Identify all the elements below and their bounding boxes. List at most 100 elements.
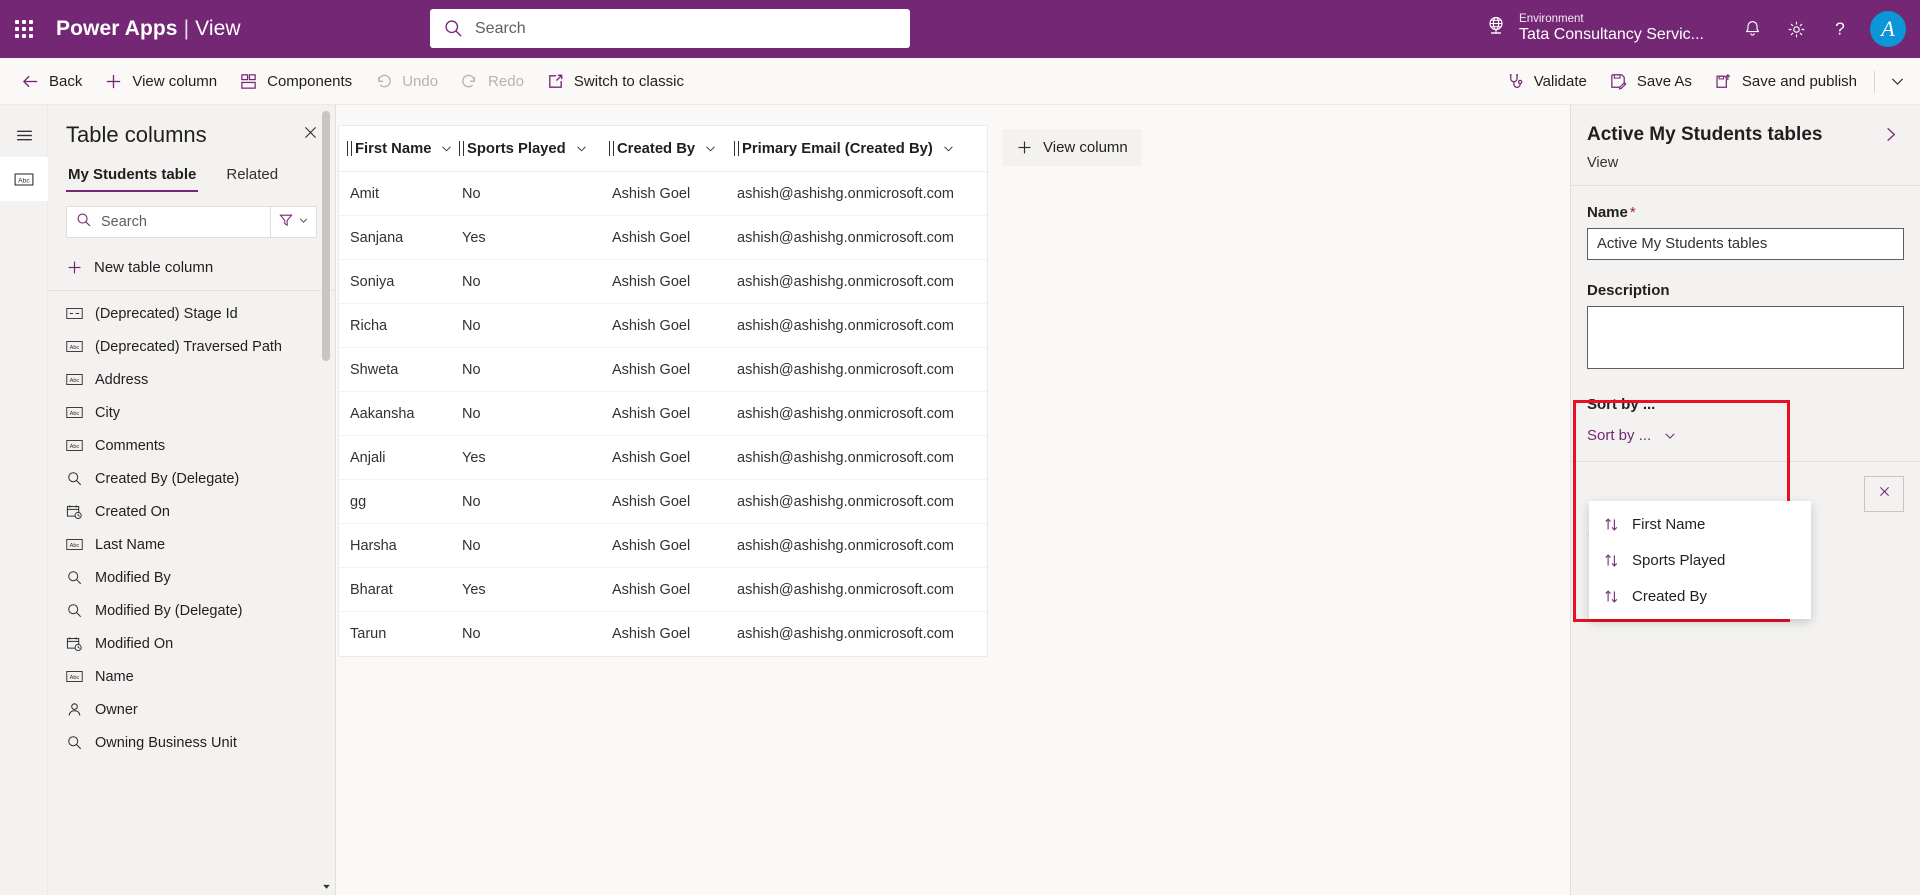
columns-filter-button[interactable] — [271, 206, 317, 238]
grid-cell-created-by: Ashish Goel — [612, 229, 691, 246]
view-column-button[interactable]: View column — [93, 62, 228, 100]
chevron-down-icon[interactable] — [575, 142, 588, 155]
save-and-publish-label: Save and publish — [1741, 73, 1857, 90]
column-drag-handle-icon[interactable] — [734, 141, 739, 156]
new-table-column-label: New table column — [94, 258, 214, 276]
grid-cell-created-by: Ashish Goel — [612, 273, 691, 290]
table-column-row[interactable]: Owner — [48, 693, 335, 726]
settings-gear-icon[interactable] — [1774, 7, 1818, 51]
description-textarea[interactable] — [1587, 306, 1904, 369]
grid-column-header[interactable]: Sports Played — [451, 126, 601, 171]
grid-column-header[interactable]: Primary Email (Created By) — [726, 126, 987, 171]
table-column-row[interactable]: Abc Address — [48, 363, 335, 396]
search-input[interactable] — [475, 19, 896, 38]
sort-by-section: Sort by ... Sort by ... — [1571, 396, 1920, 444]
chevron-down-icon[interactable] — [942, 142, 955, 155]
grid-row[interactable]: Sanjana Yes Ashish Goel ashish@ashishg.onmi… — [339, 216, 987, 260]
columns-scrollbar[interactable] — [321, 111, 331, 873]
table-column-row[interactable]: Owning Business Unit — [48, 726, 335, 759]
column-drag-handle-icon[interactable] — [459, 141, 464, 156]
grid-cell-created-by: Ashish Goel — [612, 581, 691, 598]
sort-option[interactable]: First Name — [1589, 506, 1811, 542]
grid-row[interactable]: Amit No Ashish Goel ashish@ashishg.onmicros… — [339, 172, 987, 216]
switch-to-classic-button[interactable]: Switch to classic — [535, 62, 695, 100]
table-column-label: Modified On — [95, 635, 174, 652]
user-avatar[interactable]: A — [1870, 11, 1906, 47]
close-icon[interactable] — [300, 122, 321, 143]
columns-search-box[interactable] — [66, 206, 271, 238]
date-time-icon — [66, 636, 83, 652]
grid-cell-created-by: Ashish Goel — [612, 626, 691, 642]
scroll-down-icon[interactable] — [319, 879, 333, 893]
tab-related[interactable]: Related — [224, 166, 280, 192]
app-brand[interactable]: Power Apps | View — [56, 17, 241, 41]
table-column-label: Modified By (Delegate) — [95, 602, 243, 619]
grid-cell-primary-email: ashish@ashishg.onmicrosoft.com — [737, 449, 955, 466]
grid-row[interactable]: Aakansha No Ashish Goel ashish@ashishg.onmi… — [339, 392, 987, 436]
grid-row[interactable]: Anjali Yes Ashish Goel ashish@ashishg.onmic… — [339, 436, 987, 480]
grid-cell-sports-played: No — [462, 493, 481, 510]
grid-cell-first-name: Soniya — [350, 273, 395, 290]
table-column-row[interactable]: Created On — [48, 495, 335, 528]
components-button[interactable]: Components — [228, 62, 363, 100]
grid-column-header[interactable]: Created By — [601, 126, 726, 171]
columns-search-input[interactable] — [101, 214, 261, 230]
table-column-row[interactable]: Created By (Delegate) — [48, 462, 335, 495]
grid-cell-sports-played: No — [462, 626, 481, 642]
table-column-row[interactable]: Abc City — [48, 396, 335, 429]
help-question-icon[interactable]: ? — [1818, 7, 1862, 51]
chevron-down-icon[interactable] — [704, 142, 717, 155]
new-table-column-button[interactable]: New table column — [48, 246, 335, 288]
table-column-row[interactable]: Abc Name — [48, 660, 335, 693]
table-column-row[interactable]: Modified On — [48, 627, 335, 660]
chevron-right-icon[interactable] — [1877, 123, 1904, 146]
table-column-row[interactable]: Modified By (Delegate) — [48, 594, 335, 627]
name-input[interactable] — [1587, 228, 1904, 260]
column-drag-handle-icon[interactable] — [347, 141, 352, 156]
grid-row[interactable]: Bharat Yes Ashish Goel ashish@ashishg.onmic… — [339, 568, 987, 612]
validate-button[interactable]: Validate — [1495, 63, 1598, 101]
undo-button[interactable]: Undo — [363, 62, 449, 100]
clear-sort-button[interactable] — [1864, 476, 1904, 512]
command-overflow-button[interactable] — [1881, 63, 1914, 101]
sort-option-label: Created By — [1632, 587, 1708, 605]
properties-title: Active My Students tables — [1587, 123, 1823, 145]
table-columns-icon[interactable]: Abc — [0, 157, 48, 201]
grid-cell-created-by: Ashish Goel — [612, 185, 691, 202]
grid-row[interactable]: Harsha No Ashish Goel ashish@ashishg.onmicr… — [339, 524, 987, 568]
save-and-publish-button[interactable]: Save and publish — [1703, 63, 1868, 101]
grid-row[interactable]: Soniya No Ashish Goel ashish@ashishg.onmicr… — [339, 260, 987, 304]
redo-button[interactable]: Redo — [449, 62, 535, 100]
grid-cell-created-by: Ashish Goel — [612, 361, 691, 378]
table-column-row[interactable]: Abc Last Name — [48, 528, 335, 561]
grid-column-header-label: First Name — [355, 140, 432, 157]
global-search-box[interactable] — [430, 9, 910, 48]
table-column-row[interactable]: Abc (Deprecated) Traversed Path — [48, 330, 335, 363]
grid-cell-sports-played: Yes — [462, 229, 486, 246]
suite-header-bar: Power Apps|View Environment Tata Consult… — [0, 0, 1920, 58]
add-view-column-button[interactable]: View column — [1002, 129, 1142, 166]
table-column-row[interactable]: Modified By — [48, 561, 335, 594]
grid-cell-first-name: Aakansha — [350, 405, 415, 422]
scrollbar-thumb[interactable] — [322, 111, 330, 361]
tab-my-students-table[interactable]: My Students table — [66, 166, 199, 192]
notifications-bell-icon[interactable] — [1730, 7, 1774, 51]
hamburger-menu-icon[interactable] — [0, 113, 48, 157]
sort-option[interactable]: Created By — [1589, 578, 1811, 614]
back-button[interactable]: Back — [10, 62, 93, 100]
environment-picker[interactable]: Environment Tata Consultancy Servic... — [1484, 13, 1704, 45]
table-column-row[interactable]: (Deprecated) Stage Id — [48, 297, 335, 330]
grid-row[interactable]: gg No Ashish Goel ashish@ashishg.onmicrosof… — [339, 480, 987, 524]
table-column-label: City — [95, 404, 120, 421]
save-as-button[interactable]: Save As — [1598, 63, 1703, 101]
grid-row[interactable]: Tarun No Ashish Goel ashish@ashishg.onmicro… — [339, 612, 987, 656]
grid-column-header[interactable]: First Name — [339, 126, 452, 171]
table-column-row[interactable]: Abc Comments — [48, 429, 335, 462]
grid-row[interactable]: Shweta No Ashish Goel ashish@ashishg.onmicr… — [339, 348, 987, 392]
sort-by-dropdown-trigger[interactable]: Sort by ... — [1587, 427, 1677, 444]
column-drag-handle-icon[interactable] — [609, 141, 614, 156]
grid-row[interactable]: Richa No Ashish Goel ashish@ashishg.onmicro… — [339, 304, 987, 348]
app-launcher-icon[interactable] — [0, 0, 48, 58]
sort-option[interactable]: Sports Played — [1589, 542, 1811, 578]
save-publish-icon — [1714, 72, 1733, 91]
